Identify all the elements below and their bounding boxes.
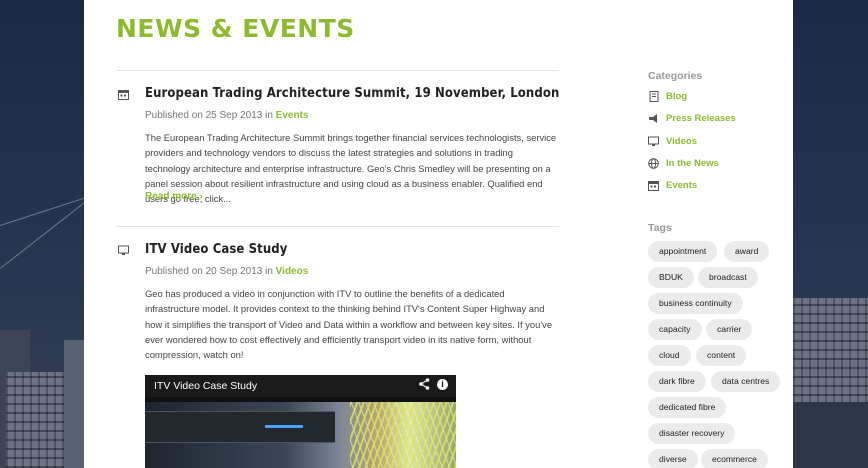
- post-category-link[interactable]: Videos: [276, 266, 309, 277]
- document-icon: [648, 90, 659, 102]
- divider: [116, 70, 559, 71]
- tag[interactable]: cloud: [648, 345, 691, 366]
- published-date: Published on 20 Sep 2013 in: [145, 266, 276, 277]
- megaphone-icon: [648, 113, 659, 124]
- share-icon[interactable]: [419, 378, 430, 393]
- post-category-link[interactable]: Events: [276, 110, 309, 121]
- categories-heading: Categories: [648, 70, 703, 82]
- post-title-link[interactable]: European Trading Architecture Summit, 19…: [145, 86, 559, 101]
- monitor-icon: [118, 243, 129, 261]
- tags-heading: Tags: [648, 222, 672, 234]
- main-content: NEWS & EVENTS European Trading Architect…: [84, 0, 793, 468]
- background-left: [0, 0, 84, 468]
- monitor-icon: [648, 136, 659, 147]
- tag[interactable]: diverse: [648, 449, 698, 468]
- tag[interactable]: data centres: [711, 371, 781, 392]
- post-title-link[interactable]: ITV Video Case Study: [145, 242, 287, 257]
- tag[interactable]: ecommerce: [701, 449, 768, 468]
- calendar-icon: [648, 180, 659, 191]
- post-excerpt: The European Trading Architecture Summit…: [145, 132, 557, 205]
- category-press-releases[interactable]: Press Releases: [648, 111, 736, 125]
- tag[interactable]: award: [724, 241, 770, 262]
- video-player[interactable]: ITV Video Case Study i: [145, 375, 456, 468]
- video-title-bar: ITV Video Case Study i: [145, 375, 456, 397]
- video-thumbnail-cables: [350, 402, 456, 468]
- category-events[interactable]: Events: [648, 178, 697, 192]
- category-videos[interactable]: Videos: [648, 134, 697, 148]
- post-excerpt: Geo has produced a video in conjunction …: [145, 288, 553, 361]
- tag[interactable]: content: [696, 345, 747, 366]
- tag[interactable]: dedicated fibre: [648, 397, 727, 418]
- video-thumbnail-led: [265, 425, 303, 428]
- background-right: [793, 0, 868, 468]
- tag[interactable]: capacity: [648, 319, 702, 340]
- page-title: NEWS & EVENTS: [116, 14, 355, 43]
- video-thumbnail-device: [145, 411, 335, 443]
- category-label: Videos: [666, 135, 697, 147]
- post-meta: Published on 25 Sep 2013 in Events: [145, 110, 308, 121]
- category-label: Blog: [666, 90, 688, 102]
- published-date: Published on 25 Sep 2013 in: [145, 110, 276, 121]
- category-in-the-news[interactable]: In the News: [648, 156, 719, 170]
- tag[interactable]: broadcast: [698, 267, 758, 288]
- tag[interactable]: business continuity: [648, 293, 743, 314]
- tag[interactable]: dark fibre: [648, 371, 706, 392]
- read-more-link[interactable]: Read more ›: [145, 191, 203, 202]
- divider: [116, 226, 559, 227]
- tag[interactable]: BDUK: [648, 267, 694, 288]
- tag[interactable]: appointment: [648, 241, 718, 262]
- post-meta: Published on 20 Sep 2013 in Videos: [145, 266, 308, 277]
- category-label: Events: [666, 179, 698, 191]
- video-title[interactable]: ITV Video Case Study: [154, 380, 257, 392]
- category-blog[interactable]: Blog: [648, 89, 687, 103]
- calendar-icon: [118, 87, 129, 105]
- globe-icon: [648, 157, 659, 169]
- tag[interactable]: carrier: [706, 319, 753, 340]
- info-icon[interactable]: i: [437, 379, 448, 390]
- tag[interactable]: disaster recovery: [648, 423, 736, 444]
- category-label: In the News: [666, 157, 719, 169]
- category-label: Press Releases: [666, 112, 736, 124]
